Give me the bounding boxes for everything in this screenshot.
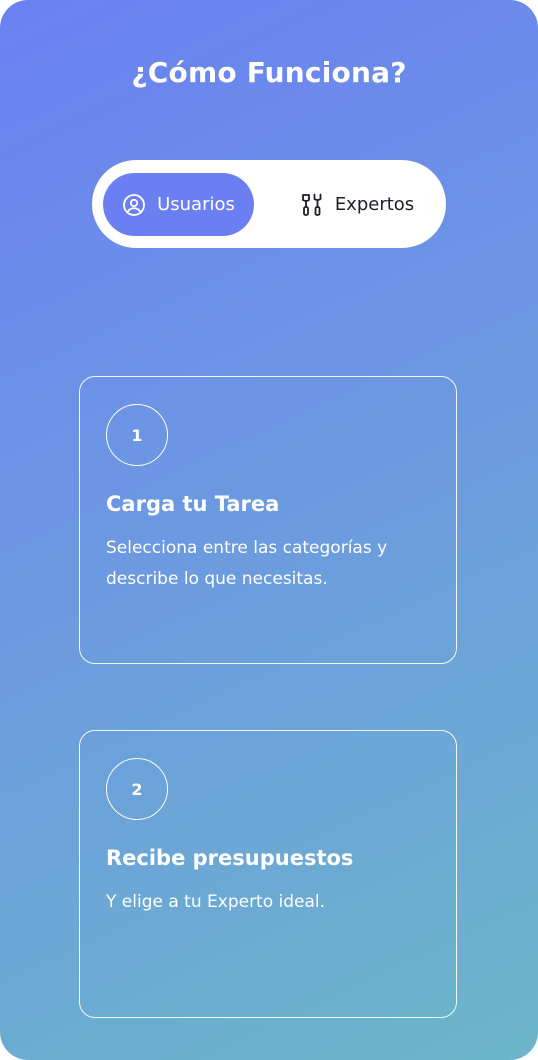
step-title: Carga tu Tarea xyxy=(106,492,280,516)
role-toggle: Usuarios Expertos xyxy=(92,160,446,248)
page-title: ¿Cómo Funciona? xyxy=(131,56,407,89)
tab-usuarios-label: Usuarios xyxy=(157,194,235,215)
step-description: Y elige a tu Experto ideal. xyxy=(106,892,326,912)
user-circle-icon xyxy=(122,193,146,217)
tab-expertos[interactable]: Expertos xyxy=(282,173,432,236)
step-title: Recibe presupuestos xyxy=(106,846,354,870)
tab-usuarios[interactable]: Usuarios xyxy=(103,173,254,236)
step-number: 2 xyxy=(106,758,168,820)
tab-expertos-label: Expertos xyxy=(334,194,415,215)
step-description: Selecciona entre las categorías y descri… xyxy=(106,538,388,589)
how-it-works-screen: ¿Cómo Funciona? Usuarios Expertos 1 Carg… xyxy=(0,0,538,1060)
step-number: 1 xyxy=(106,404,168,466)
tools-icon xyxy=(300,192,324,218)
step-card: 1 Carga tu Tarea Selecciona entre las ca… xyxy=(79,376,457,664)
step-card: 2 Recibe presupuestos Y elige a tu Exper… xyxy=(79,730,457,1018)
